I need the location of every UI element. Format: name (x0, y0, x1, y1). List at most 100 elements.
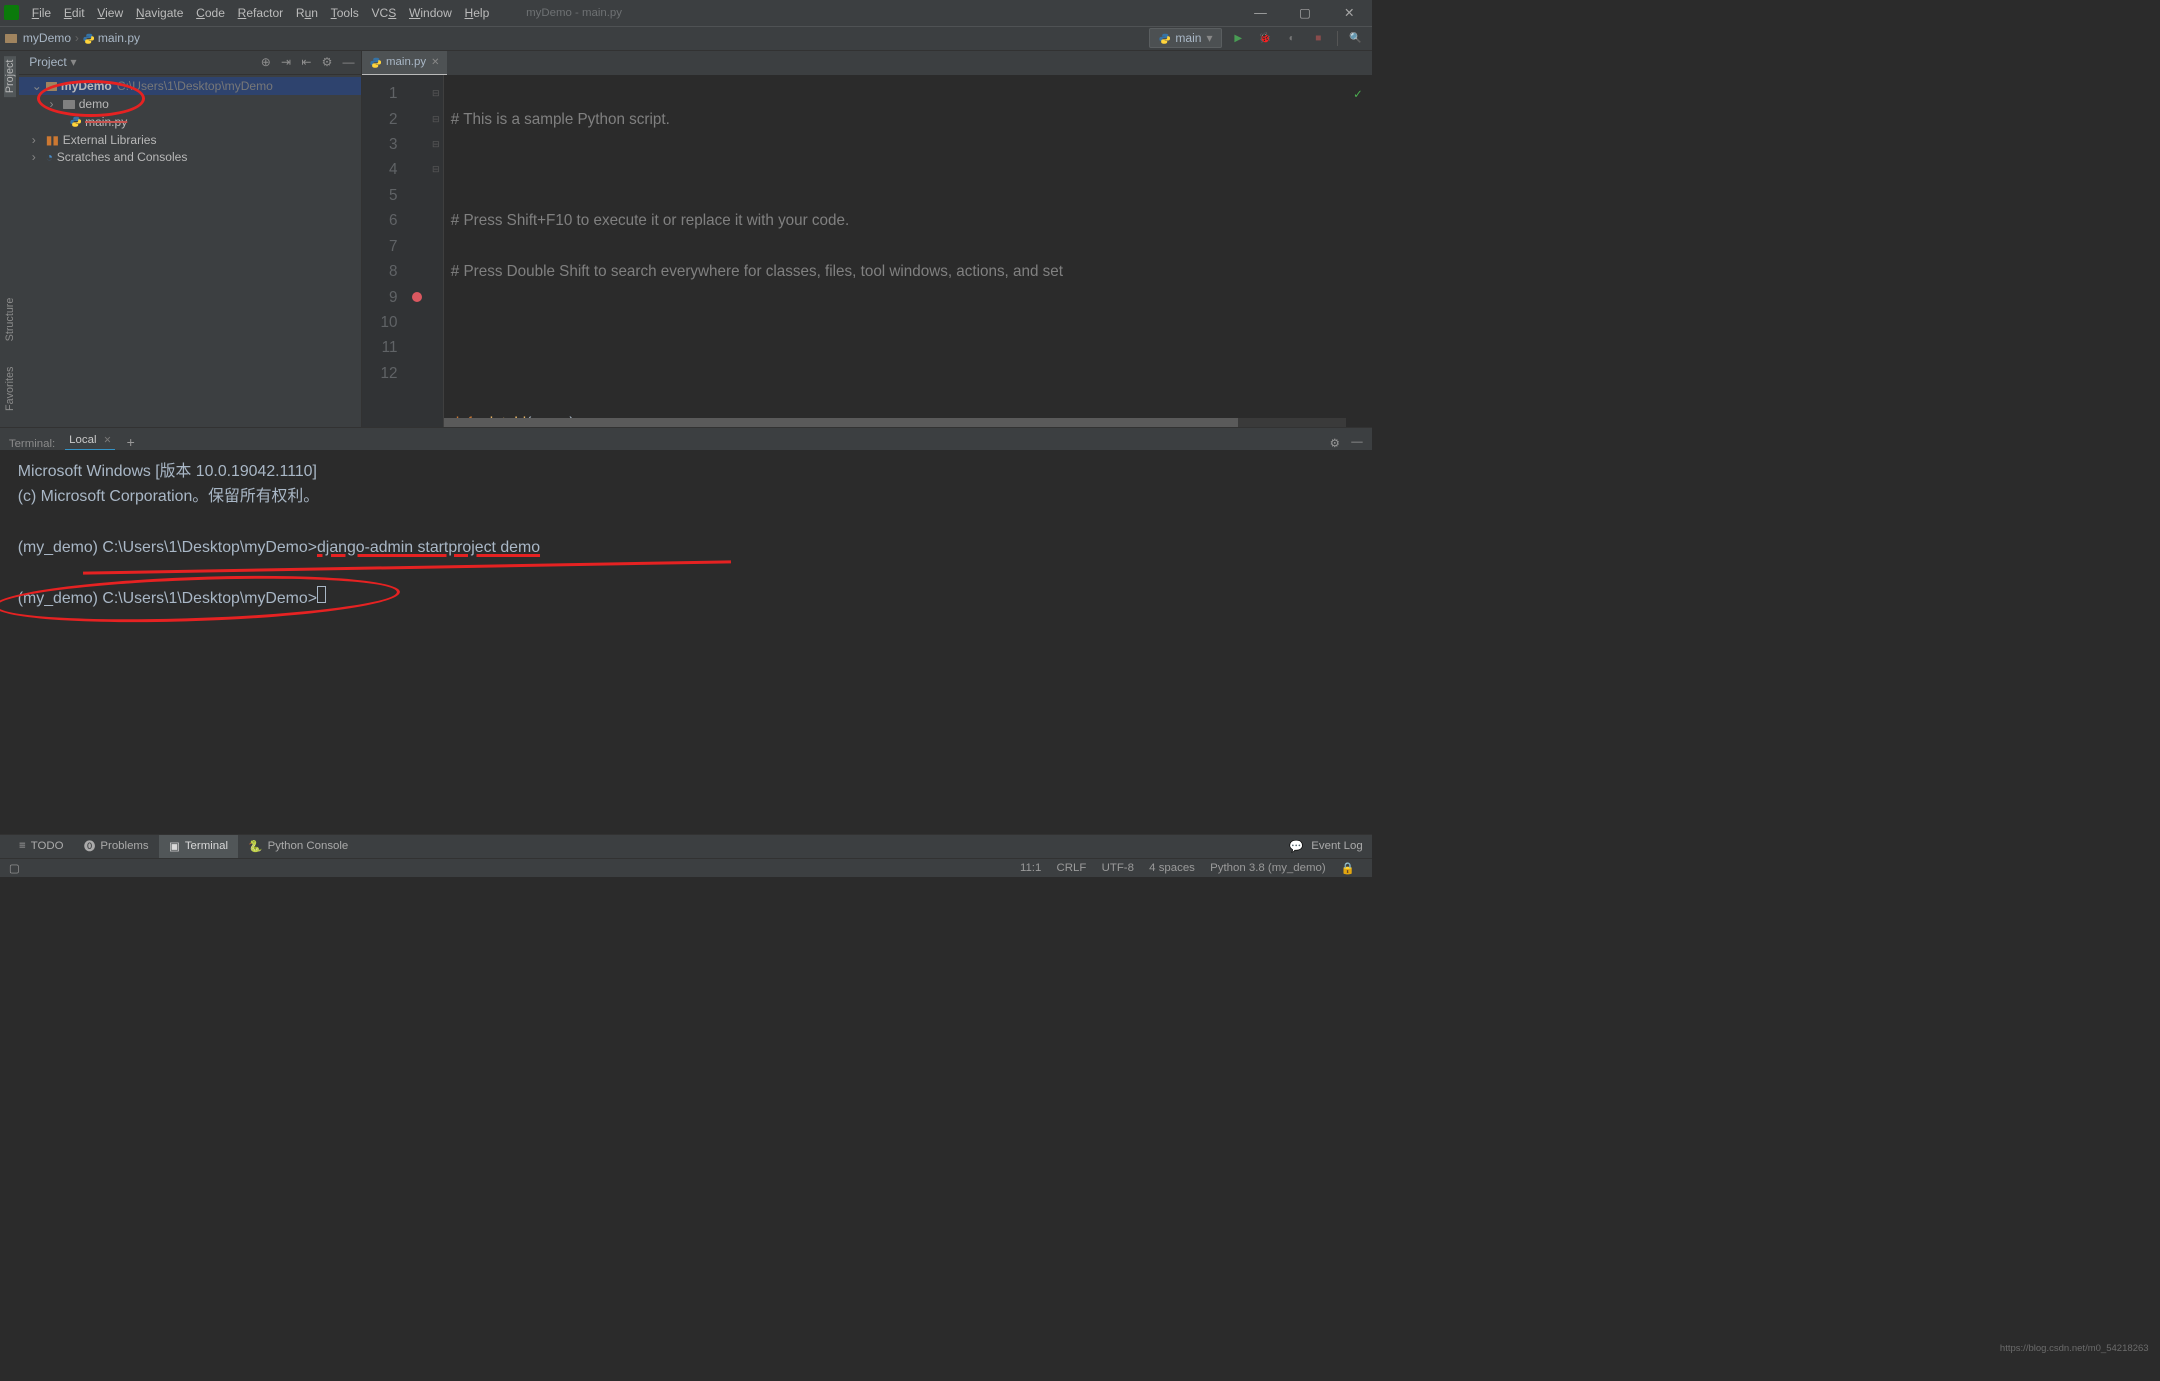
tree-scratches[interactable]: › ◔ Scratches and Consoles (19, 149, 361, 167)
line-number[interactable]: 8 (362, 259, 398, 284)
editor-tab-label: main.py (386, 56, 426, 68)
terminal-line: Microsoft Windows [版本 10.0.19042.1110] (18, 459, 1354, 484)
tree-root[interactable]: ⌄ myDemo C:\Users\1\Desktop\myDemo (19, 77, 361, 95)
breakpoint-gutter[interactable] (406, 75, 428, 427)
tree-demo-folder[interactable]: › demo (19, 95, 361, 113)
ext-lib-label: External Libraries (63, 133, 157, 147)
tool-tab-project[interactable]: Project (4, 56, 16, 97)
expand-arrow-icon[interactable]: ⌄ (32, 79, 42, 93)
terminal-line: (c) Microsoft Corporation。保留所有权利。 (18, 484, 1354, 509)
menu-run[interactable]: Run (290, 0, 325, 26)
hide-pane-icon[interactable]: — (343, 55, 355, 69)
navigation-bar: myDemo › main.py main ▾ ▶ 🐞 ◐ ■ 🔍 (0, 27, 1372, 51)
tool-windows-icon[interactable]: ▢ (9, 861, 20, 875)
terminal-label: Terminal: (9, 438, 55, 450)
line-number[interactable]: 12 (362, 361, 398, 386)
line-number[interactable]: 10 (362, 310, 398, 335)
scratches-icon: ◔ (46, 150, 53, 164)
tool-tab-structure[interactable]: Structure (4, 294, 16, 345)
menu-code[interactable]: Code (190, 0, 232, 26)
line-number[interactable]: 5 (362, 183, 398, 208)
expand-all-icon[interactable]: ⇥ (281, 55, 291, 69)
file-encoding[interactable]: UTF-8 (1102, 862, 1134, 874)
event-log-label[interactable]: Event Log (1311, 840, 1362, 852)
line-number[interactable]: 11 (362, 335, 398, 360)
menu-help[interactable]: Help (458, 0, 495, 26)
line-number[interactable]: 4 (362, 157, 398, 182)
menu-refactor[interactable]: Refactor (231, 0, 289, 26)
code-content[interactable]: # This is a sample Python script. # Pres… (444, 75, 1063, 427)
menu-window[interactable]: Window (403, 0, 459, 26)
terminal-output[interactable]: Microsoft Windows [版本 10.0.19042.1110] (… (0, 450, 1372, 834)
expand-arrow-icon[interactable]: › (32, 133, 42, 147)
run-with-coverage-button[interactable]: ◐ (1281, 29, 1303, 48)
search-everywhere-button[interactable]: 🔍 (1345, 29, 1367, 48)
line-number[interactable]: 1 (362, 81, 398, 106)
line-number[interactable]: 7 (362, 234, 398, 259)
tool-python-console[interactable]: 🐍Python Console (238, 835, 358, 858)
scroll-to-target-icon[interactable]: ⊕ (261, 55, 271, 69)
inspection-ok-icon[interactable]: ✓ (1353, 83, 1363, 108)
python-interpreter[interactable]: Python 3.8 (my_demo) (1210, 862, 1326, 874)
tree-external-libraries[interactable]: › ▮▮ External Libraries (19, 131, 361, 149)
status-bar: ▢ 11:1 CRLF UTF-8 4 spaces Python 3.8 (m… (0, 858, 1372, 877)
menu-navigate[interactable]: Navigate (130, 0, 190, 26)
line-number[interactable]: 3 (362, 132, 398, 157)
run-button[interactable]: ▶ (1228, 29, 1250, 48)
line-separator[interactable]: CRLF (1057, 862, 1087, 874)
line-number[interactable]: 6 (362, 208, 398, 233)
fold-icon[interactable]: ⊟ (428, 157, 444, 182)
tool-problems[interactable]: ⓿Problems (74, 835, 159, 858)
terminal-cursor (317, 586, 326, 603)
expand-arrow-icon[interactable]: › (32, 150, 42, 164)
expand-arrow-icon[interactable]: › (50, 97, 60, 111)
fold-icon[interactable]: ⊟ (428, 132, 444, 157)
breakpoint-icon[interactable] (412, 292, 422, 302)
terminal-settings-icon[interactable]: ⚙ (1330, 436, 1340, 450)
caret-position[interactable]: 11:1 (1020, 862, 1041, 874)
horizontal-scrollbar[interactable] (444, 418, 1346, 427)
window-minimize-button[interactable]: — (1238, 0, 1282, 26)
project-pane-label[interactable]: Project (29, 55, 67, 69)
breadcrumb-root[interactable]: myDemo (23, 31, 71, 45)
fold-gutter: ⊟ ⊟ ⊟ ⊟ (428, 75, 445, 427)
problems-icon: ⓿ (84, 838, 95, 854)
tool-tab-favorites[interactable]: Favorites (4, 363, 16, 415)
tree-main-py[interactable]: main.py (19, 113, 361, 131)
tool-terminal[interactable]: ▣Terminal (159, 835, 238, 858)
menu-vcs[interactable]: VCS (365, 0, 402, 26)
run-configuration-selector[interactable]: main ▾ (1149, 28, 1223, 48)
hide-terminal-icon[interactable]: — (1351, 436, 1362, 450)
close-icon[interactable]: ✕ (103, 435, 111, 446)
new-terminal-button[interactable]: + (127, 434, 135, 450)
terminal-prompt: (my_demo) C:\Users\1\Desktop\myDemo> (18, 539, 317, 556)
lock-icon[interactable]: 🔒 (1341, 861, 1355, 875)
menu-edit[interactable]: Edit (57, 0, 90, 26)
collapse-all-icon[interactable]: ⇤ (301, 55, 311, 69)
menu-file[interactable]: File (25, 0, 57, 26)
terminal-command: django-admin startproject demo (317, 539, 540, 556)
terminal-icon: ▣ (169, 839, 180, 853)
file-label: main.py (85, 115, 127, 129)
python-file-icon (70, 116, 81, 127)
python-file-icon (370, 57, 381, 68)
tool-todo[interactable]: ≡TODO (9, 835, 74, 858)
terminal-tab-local[interactable]: Local ✕ (65, 432, 115, 450)
debug-button[interactable]: 🐞 (1254, 29, 1276, 48)
stop-button[interactable]: ■ (1308, 29, 1330, 48)
breadcrumb-file[interactable]: main.py (98, 31, 140, 45)
menu-view[interactable]: View (91, 0, 130, 26)
menu-tools[interactable]: Tools (324, 0, 365, 26)
chevron-down-icon[interactable]: ▾ (70, 55, 76, 69)
folder-icon (46, 82, 57, 91)
settings-icon[interactable]: ⚙ (322, 55, 333, 69)
fold-icon[interactable]: ⊟ (428, 107, 444, 132)
fold-icon[interactable]: ⊟ (428, 81, 444, 106)
window-close-button[interactable]: ✕ (1327, 0, 1371, 26)
line-number[interactable]: 9 (362, 285, 398, 310)
line-number[interactable]: 2 (362, 107, 398, 132)
editor-tab-main-py[interactable]: main.py ✕ (362, 51, 447, 75)
indent-setting[interactable]: 4 spaces (1149, 862, 1195, 874)
window-maximize-button[interactable]: ▢ (1283, 0, 1327, 26)
close-tab-icon[interactable]: ✕ (431, 57, 440, 68)
